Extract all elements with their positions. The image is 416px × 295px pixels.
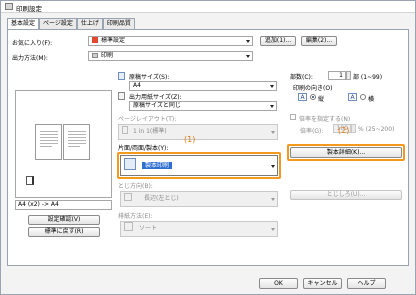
- binding-margin-button[interactable]: とじしろ(U)...: [290, 190, 402, 200]
- print-style-label: 片面/両面/製本(Y):: [118, 145, 169, 152]
- orientation-label: 印刷の向き(O): [293, 85, 333, 92]
- original-size-value: A4: [133, 82, 141, 89]
- output-method-select[interactable]: 印刷: [88, 51, 253, 61]
- copies-label: 部数(C):: [290, 74, 313, 81]
- chevron-down-icon: [270, 105, 274, 108]
- tab-print-quality[interactable]: 印刷品質: [102, 18, 135, 29]
- chevron-down-icon: [271, 198, 275, 201]
- print-settings-window: 印刷設定 基本設定 ページ設定 仕上げ 印刷品質 お気に入り(F): 標準設定 …: [0, 0, 416, 295]
- help-button[interactable]: ヘルプ: [347, 278, 386, 289]
- portrait-label: 縦: [318, 96, 325, 103]
- restore-defaults-button[interactable]: 標準に戻す(R): [28, 227, 100, 237]
- favorites-select[interactable]: 標準設定: [88, 36, 253, 46]
- favorites-value: 標準設定: [101, 37, 126, 44]
- page-layout-select[interactable]: 1 in 1(標準): [118, 124, 278, 140]
- scaling-ratio-stepper[interactable]: [351, 124, 356, 133]
- page-layout-value: 1 in 1(標準): [133, 128, 167, 135]
- add-favorite-button[interactable]: 追加(1)...: [260, 36, 296, 46]
- highlight-booklet-details: [287, 144, 405, 161]
- callout-2: (2): [338, 126, 350, 135]
- paper-output-select[interactable]: ソート: [120, 221, 278, 237]
- ok-button[interactable]: OK: [259, 278, 298, 289]
- layout-icon: [122, 126, 128, 134]
- output-method-value: 印刷: [101, 52, 114, 59]
- tab-page-setup[interactable]: ページ設定: [39, 18, 77, 29]
- printer-icon: [5, 3, 13, 10]
- preview-caption: A4 (x2) -> A4: [15, 200, 112, 210]
- tab-finishing[interactable]: 仕上げ: [76, 18, 103, 29]
- title-bar: 印刷設定: [1, 1, 415, 13]
- callout-1: (1): [184, 135, 196, 144]
- landscape-icon: A: [348, 93, 357, 101]
- paper-size-icon: [118, 92, 125, 100]
- binding-value: 長辺(左とじ): [144, 195, 179, 202]
- original-size-icon: [118, 72, 125, 80]
- copies-range: 部 (1~99): [353, 74, 383, 81]
- sort-icon: [124, 222, 133, 231]
- original-size-label: 原稿サイズ(S):: [129, 74, 170, 81]
- favorites-label: お気に入り(F):: [12, 40, 53, 47]
- chevron-down-icon: [246, 55, 250, 58]
- portrait-icon: A: [298, 93, 307, 101]
- booklet-preview-image: [35, 124, 93, 162]
- chevron-down-icon: [270, 85, 274, 88]
- scaling-ratio-label: 倍率(G):: [300, 128, 324, 135]
- paper-output-value: ソート: [139, 225, 158, 232]
- edit-favorite-button[interactable]: 編集(2)...: [301, 36, 337, 46]
- chevron-down-icon: [246, 40, 250, 43]
- binding-icon: [124, 193, 132, 201]
- cancel-button[interactable]: キャンセル: [303, 278, 342, 289]
- binding-select[interactable]: 長辺(左とじ): [120, 191, 278, 207]
- original-size-select[interactable]: A4: [129, 81, 277, 91]
- paper-output-label: 排紙方法(E):: [118, 213, 153, 220]
- output-tray-icon: [26, 176, 34, 185]
- chevron-down-icon: [271, 228, 275, 231]
- favorites-icon: [92, 37, 98, 43]
- basic-settings-panel: お気に入り(F): 標準設定 追加(1)... 編集(2)... 出力方法(M)…: [7, 29, 409, 266]
- portrait-radio[interactable]: [310, 94, 316, 100]
- chevron-down-icon: [271, 131, 275, 134]
- landscape-radio[interactable]: [360, 94, 366, 100]
- output-method-label: 出力方法(M):: [12, 55, 48, 62]
- paper-size-select[interactable]: 原稿サイズと同じ: [129, 101, 277, 111]
- paper-size-value: 原稿サイズと同じ: [133, 102, 181, 109]
- copies-stepper[interactable]: [346, 71, 351, 80]
- print-icon: [92, 53, 98, 58]
- window-title: 印刷設定: [16, 5, 42, 13]
- manual-scaling-label: 倍率を指定する(N): [299, 116, 351, 123]
- scaling-ratio-range: % (25~200): [358, 126, 395, 133]
- confirm-settings-button[interactable]: 設定確認(V): [28, 215, 100, 225]
- highlight-print-style: [117, 152, 281, 179]
- manual-scaling-checkbox[interactable]: [290, 114, 296, 120]
- landscape-label: 横: [368, 96, 375, 103]
- paper-size-label: 出力用紙サイズ(Z):: [129, 94, 182, 101]
- copies-input[interactable]: 1: [328, 71, 346, 80]
- preview-pane: [15, 90, 112, 198]
- binding-label: とじ方向(B):: [118, 183, 153, 190]
- page-layout-label: ページレイアウト(T):: [118, 116, 177, 123]
